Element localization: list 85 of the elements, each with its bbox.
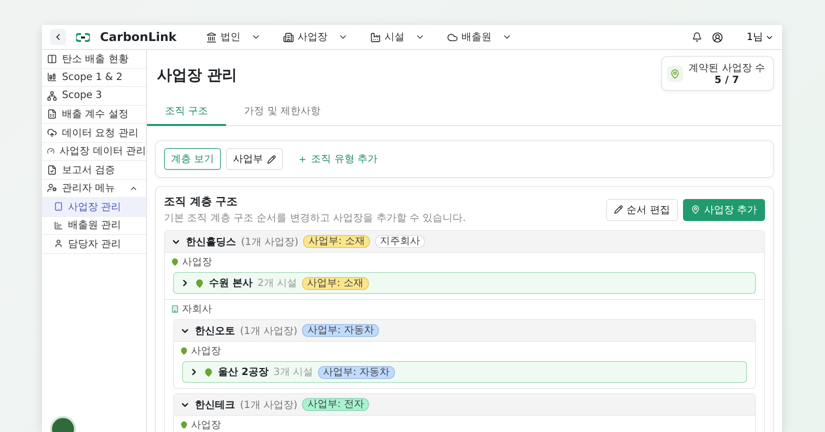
building-icon <box>171 305 179 313</box>
tag: 사업부: 전자 <box>302 398 369 411</box>
site-name: 수원 본사 <box>209 277 252 290</box>
pin-icon <box>171 258 179 266</box>
sidebar-item[interactable]: 배출 계수 설정 <box>42 106 146 124</box>
site-name: 울산 2공장 <box>218 366 268 379</box>
nav-menu[interactable]: 사업장 <box>277 30 354 44</box>
nav-menu[interactable]: 법인 <box>200 30 268 44</box>
site-count: (1개 사업장) <box>240 324 298 338</box>
site-count: (1개 사업장) <box>240 398 298 412</box>
nav-menu[interactable]: 배출원 <box>441 30 518 44</box>
sidebar-item[interactable]: 데이터 요청 관리 <box>42 124 146 142</box>
chevron-right-icon[interactable] <box>180 278 190 288</box>
tag: 지주회사 <box>374 235 425 248</box>
pin-icon <box>195 278 204 288</box>
group-header[interactable]: 한신홀딩스 (1개 사업장) 사업부: 소재 지주회사 <box>165 231 764 252</box>
add-site-button[interactable]: 사업장 추가 <box>682 198 765 220</box>
pin-icon <box>204 368 213 376</box>
back-button[interactable] <box>50 29 66 45</box>
columns-icon <box>47 54 57 64</box>
section-label: 사업장 <box>182 256 212 269</box>
sidebar-item[interactable]: 사업장 데이터 관리 <box>42 142 146 161</box>
spreadsheet-icon <box>47 109 57 120</box>
pin-icon <box>180 421 188 429</box>
document-check-icon <box>47 164 57 175</box>
page-title: 사업장 관리 <box>157 66 238 85</box>
sidebar-item[interactable]: Scope 3 <box>42 87 146 106</box>
tag: 사업부: 자동차 <box>318 366 395 378</box>
group-name: 한신홀딩스 <box>186 236 236 248</box>
bar-chart-icon <box>54 220 63 230</box>
plus-icon <box>298 154 308 164</box>
chevron-right-icon[interactable] <box>189 367 199 377</box>
tab[interactable]: 가정 및 제한사항 <box>226 99 339 126</box>
notification-icon[interactable] <box>692 32 702 42</box>
section-title: 조직 계층 구조 <box>164 194 239 209</box>
sidebar-item[interactable]: 보고서 검증 <box>42 161 146 180</box>
sidebar-item[interactable]: 담당자 관리 <box>42 235 146 254</box>
tab[interactable]: 조직 구조 <box>147 99 226 126</box>
section-label: 사업장 <box>191 419 221 432</box>
section-label: 자회사 <box>182 303 212 316</box>
add-org-type-link[interactable]: 조직 유형 추가 <box>292 151 384 167</box>
logo-icon <box>76 32 90 42</box>
sidebar-item[interactable]: 배출원 관리 <box>42 216 146 235</box>
user-gear-icon <box>47 183 57 194</box>
chart-icon <box>47 72 57 82</box>
network-icon <box>47 90 57 101</box>
site-row[interactable]: 울산 2공장 3개 시설 사업부: 자동차 <box>182 361 747 383</box>
gauge-icon <box>47 146 55 156</box>
logo-text: CarbonLink <box>100 30 176 44</box>
view-button[interactable]: 계층 보기 <box>164 148 222 170</box>
cloud-icon <box>447 32 458 42</box>
site-count: (1개 사업장) <box>241 236 298 248</box>
pin-icon <box>690 205 700 214</box>
group-name: 한신오토 <box>195 324 235 338</box>
edit-icon <box>614 205 623 214</box>
pin-icon <box>180 347 188 355</box>
stat-value: 5 / 7 <box>714 75 740 86</box>
view-button[interactable]: 사업부 <box>226 148 284 170</box>
edit-icon <box>267 154 276 164</box>
tablet-icon <box>54 202 63 212</box>
facility-count: 2개 시설 <box>257 277 298 290</box>
tag: 사업부: 소재 <box>302 276 369 290</box>
sidebar-item[interactable]: 사업장 관리 <box>42 198 146 216</box>
cloud-upload-icon <box>47 128 57 138</box>
pin-icon <box>666 66 683 82</box>
factory-icon <box>370 32 382 42</box>
group-header[interactable]: 한신오토 (1개 사업장) 사업부: 자동차 <box>174 320 755 341</box>
sidebar-item[interactable]: 탄소 배출 현황 <box>42 50 146 68</box>
user-menu[interactable]: 1님 <box>746 30 774 44</box>
bank-icon <box>206 32 218 42</box>
sidebar-item[interactable]: Scope 1 & 2 <box>42 68 146 87</box>
edit-order-button[interactable]: 순서 편집 <box>606 198 678 220</box>
stat-label: 계약된 사업장 수 <box>688 62 765 75</box>
user-icon[interactable] <box>712 32 723 42</box>
group-header[interactable]: 한신테크 (1개 사업장) 사업부: 전자 <box>174 394 755 415</box>
site-row[interactable]: 수원 본사 2개 시설 사업부: 소재 <box>173 272 756 294</box>
section-label: 사업장 <box>191 345 221 358</box>
group-name: 한신테크 <box>195 398 235 412</box>
tag: 사업부: 자동차 <box>302 324 379 337</box>
nav-menu[interactable]: 시설 <box>364 30 432 44</box>
facility-count: 3개 시설 <box>273 366 313 379</box>
description: 기본 조직 계층 구조 순서를 변경하고 사업장을 추가할 수 있습니다. <box>164 212 466 225</box>
building-icon <box>283 32 294 42</box>
user-icon <box>54 239 63 248</box>
tag: 사업부: 소재 <box>303 235 370 248</box>
